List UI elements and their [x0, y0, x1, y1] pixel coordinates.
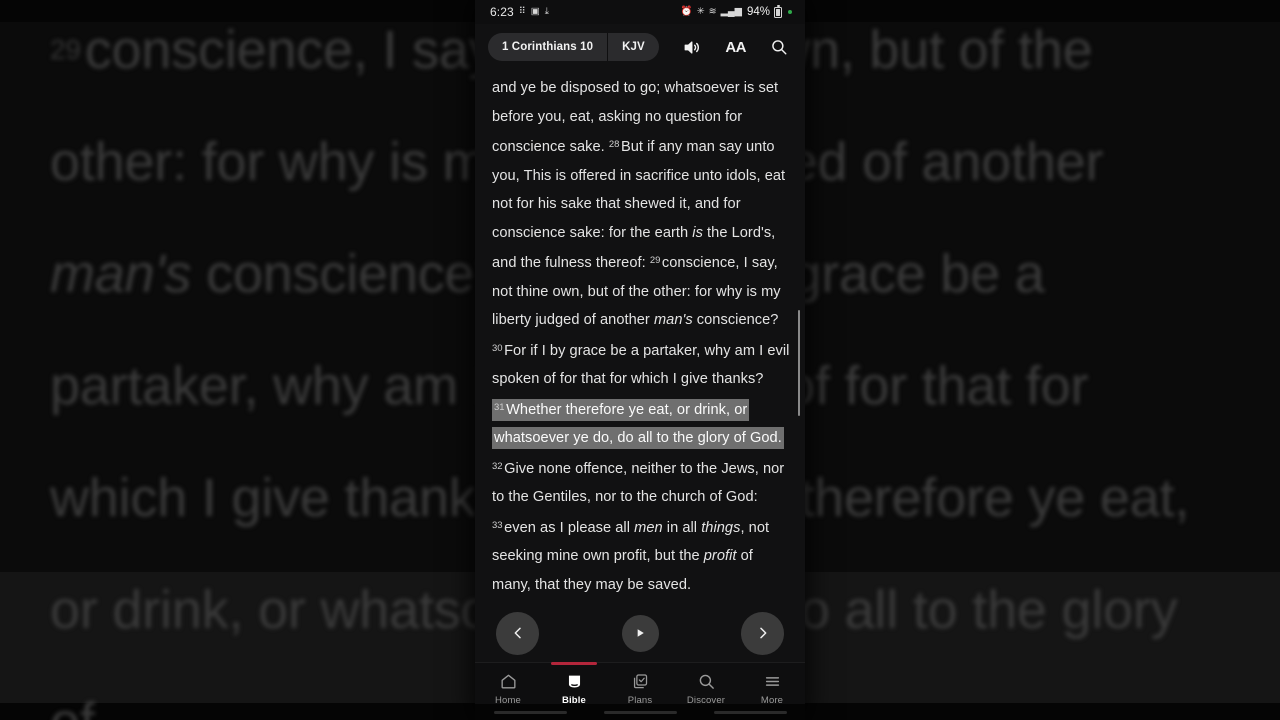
book-icon [565, 672, 584, 691]
chapter-reference-chip[interactable]: 1 Corinthians 10 [488, 33, 607, 61]
gesture-bar-center [603, 710, 677, 714]
next-chapter-button[interactable] [741, 611, 784, 655]
verse-paragraph: and ye be disposed to go; whatsoever is … [492, 74, 791, 599]
verse-33-text-after: in all [662, 519, 702, 536]
scripture-reader[interactable]: and ye be disposed to go; whatsoever is … [475, 70, 805, 662]
verse-number-29: 29 [649, 255, 661, 266]
gesture-bar-left [493, 710, 567, 714]
active-tab-indicator [551, 662, 597, 665]
verse-32-text: Give none offence, neither to the Jews, … [492, 460, 785, 506]
signal-icon: ▂▄▆ [720, 6, 742, 18]
verse-number-28: 28 [608, 139, 620, 150]
highlighted-verse-31[interactable]: 31 Whether therefore ye eat, or drink, or… [492, 398, 784, 449]
background-text-mid: conscience? [191, 244, 519, 304]
play-audio-button[interactable] [621, 614, 659, 652]
download-icon: ⤓ [544, 6, 549, 18]
background-italic-mans: man's [50, 244, 192, 304]
text-size-icon[interactable]: AA [725, 39, 746, 56]
image-icon: ▣ [530, 6, 540, 18]
verse-number-33: 33 [492, 519, 503, 531]
system-gesture-bar [475, 704, 805, 720]
verse-number-30: 30 [492, 342, 503, 354]
verse-28-italic: is [692, 224, 703, 241]
nav-item-plans[interactable]: Plans [607, 672, 673, 706]
bluetooth-icon: ✳ [696, 6, 705, 18]
nav-item-bible[interactable]: Bible [541, 662, 607, 706]
vertical-scrollbar[interactable] [797, 310, 800, 416]
verse-29-italic: man's [653, 312, 693, 328]
search-icon[interactable] [770, 38, 788, 56]
verse-33-italic-things: things [701, 519, 741, 536]
battery-percent-label: 94% [746, 6, 770, 18]
previous-chapter-button[interactable] [496, 611, 539, 655]
media-controls [475, 611, 805, 655]
app-header: 1 Corinthians 10 KJV AA [475, 24, 805, 70]
hamburger-menu-icon [763, 672, 782, 691]
verse-29-text-after: conscience? [692, 312, 779, 328]
green-status-dot [788, 10, 792, 14]
status-bar-clock: 6:23 [490, 5, 514, 19]
status-bar-right: ⏰ ✳ ≋ ▂▄▆ 94% [680, 4, 792, 18]
alarm-icon: ⏰ [680, 6, 693, 18]
nav-item-more[interactable]: More [739, 672, 805, 706]
battery-icon [774, 4, 782, 18]
speaker-icon[interactable] [682, 38, 701, 57]
home-icon [499, 672, 518, 691]
verse-number-32: 32 [492, 460, 503, 472]
search-icon [697, 672, 716, 691]
notification-dots-icon: ⠿ [518, 6, 526, 18]
nav-item-discover[interactable]: Discover [673, 672, 739, 706]
status-bar-left: 6:23 ⠿ ▣ ⤓ [490, 5, 549, 19]
verse-33-italic-men: men [634, 519, 663, 536]
wifi-icon: ≋ [708, 6, 717, 18]
verse-number-31: 31 [494, 401, 505, 413]
plans-checkbox-icon [631, 672, 650, 691]
verse-33-italic-profit: profit [703, 548, 737, 564]
verse-31-text: Whether therefore ye eat, or drink, or w… [494, 401, 782, 447]
verse-30-text: For if I by grace be a partaker, why am … [492, 342, 790, 388]
reference-chip-group[interactable]: 1 Corinthians 10 KJV [488, 33, 659, 61]
gesture-bar-right [713, 710, 787, 714]
nav-item-home[interactable]: Home [475, 672, 541, 706]
verse-33-text-before: even as I please all [504, 519, 635, 536]
background-verse-number-29: 29 [50, 34, 81, 65]
bible-version-chip[interactable]: KJV [608, 33, 659, 61]
app-header-actions: AA [682, 38, 791, 57]
status-bar: 6:23 ⠿ ▣ ⤓ ⏰ ✳ ≋ ▂▄▆ 94% [475, 0, 805, 24]
screen: 29conscience, I say, not thine own, but … [0, 0, 1280, 720]
